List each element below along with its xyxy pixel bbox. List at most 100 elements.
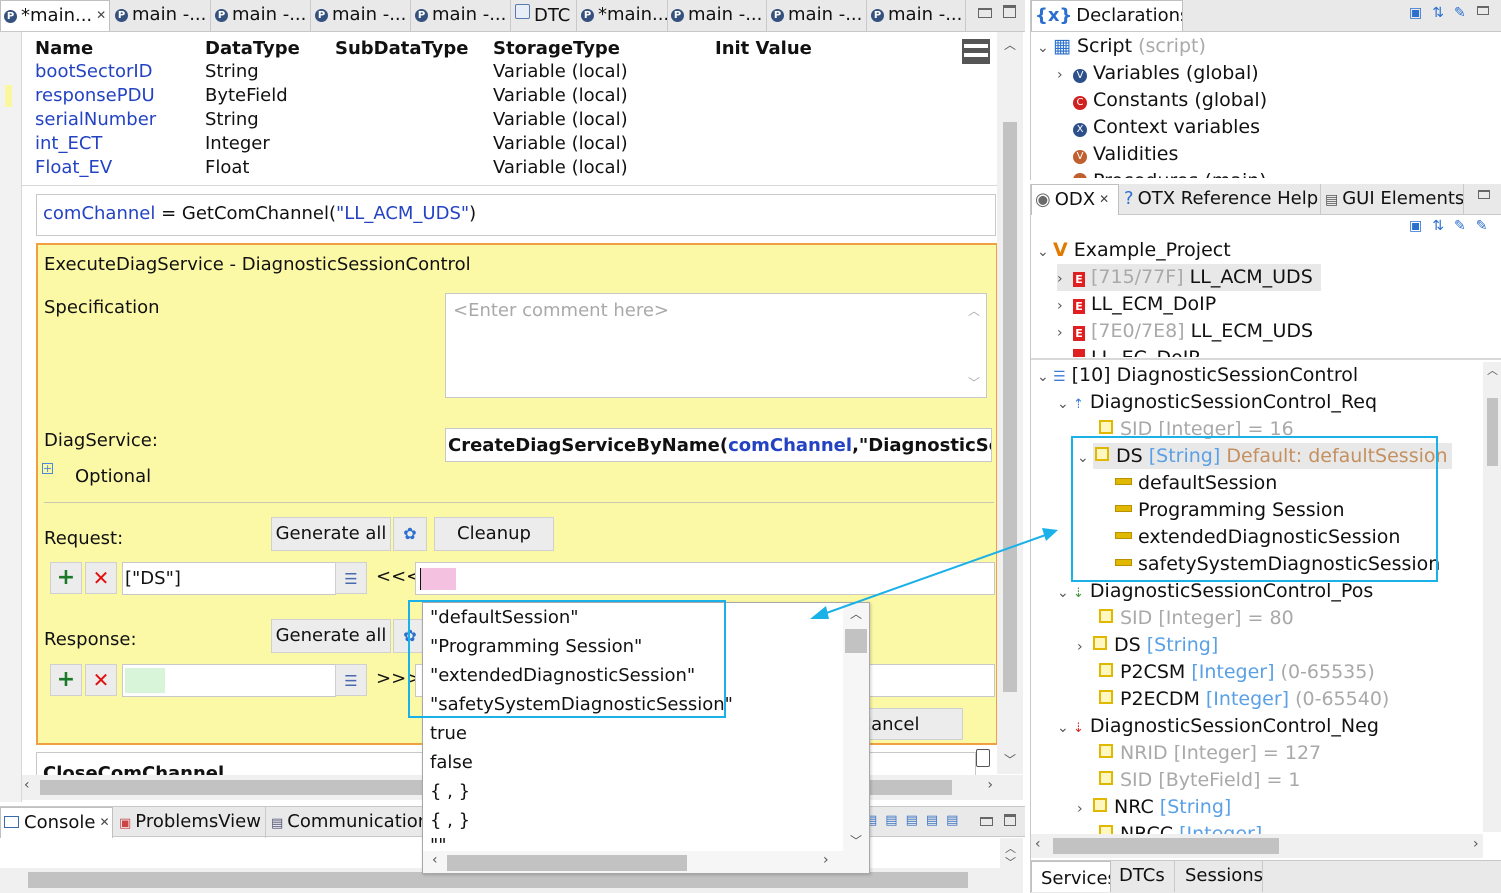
tab-gui-elements[interactable]: ▤ GUI Elements [1322, 184, 1464, 215]
scroll-left-icon[interactable]: ‹ [24, 777, 30, 793]
remove-request-param-button[interactable]: ✕ [85, 562, 117, 594]
tab-sessions[interactable]: Sessions [1177, 861, 1263, 892]
minimize-icon[interactable] [1477, 6, 1489, 15]
column-header-initvalue[interactable]: Init Value [715, 38, 812, 59]
tree-node-ecu[interactable]: › E [7E0/7E8] LL_ECM_UDS [1057, 318, 1313, 345]
odx-horizontal-scrollbar[interactable]: ‹ › [1031, 834, 1483, 858]
editor-tab[interactable]: Pmain -... [868, 0, 966, 31]
popup-item[interactable]: { , } [423, 777, 869, 806]
tree-node-project[interactable]: ⌄ V Example_Project [1037, 237, 1231, 264]
table-row[interactable]: int_ECT Integer Variable (local) [22, 132, 962, 156]
odx-vertical-scrollbar[interactable]: ︿ [1483, 362, 1501, 832]
generate-all-button[interactable]: Generate all [271, 517, 391, 551]
tree-node-param[interactable]: P2CSM [Integer] (0-65535) [1099, 659, 1375, 686]
popup-item[interactable]: false [423, 748, 869, 777]
splitter[interactable] [1031, 358, 1501, 360]
assignment-statement[interactable]: comChannel = GetComChannel("LL_ACM_UDS") [36, 194, 996, 236]
tree-node-param[interactable]: SID [Integer] = 80 [1099, 605, 1294, 632]
collapse-icon[interactable]: › [1057, 293, 1073, 320]
editor-tab[interactable]: Pmain -... [112, 0, 211, 31]
tree-node-context[interactable]: X Context variables [1073, 114, 1260, 141]
editor-tab[interactable]: Pmain -... [668, 0, 767, 31]
table-row[interactable]: serialNumber String Variable (local) [22, 108, 962, 132]
editor-tab[interactable]: P *main... [578, 0, 668, 31]
tree-node-validities[interactable]: V Validities [1073, 141, 1178, 168]
minimize-icon[interactable] [1478, 190, 1490, 199]
request-param-field[interactable]: ["DS"] [122, 562, 336, 595]
declarations-toolbar[interactable]: ▣⇅✎ [1409, 5, 1476, 21]
collapse-icon[interactable]: › [1057, 320, 1073, 347]
tree-node-param[interactable]: › DS [String] [1077, 632, 1218, 659]
tree-node-ecu[interactable]: › E LL_ECM_DoIP [1057, 291, 1216, 318]
tab-declarations[interactable]: {x}Declarations✕ [1031, 0, 1183, 31]
scroll-up-icon[interactable]: ︿ [1487, 362, 1498, 378]
tree-node-request[interactable]: ⌄ ⇡ DiagnosticSessionControl_Req [1057, 389, 1377, 416]
scroll-down-icon[interactable]: ﹀ [968, 374, 980, 391]
generate-settings-button[interactable]: ✿ [393, 517, 427, 551]
tab-communication[interactable]: ▤ Communication [268, 807, 428, 838]
tree-node-constants[interactable]: C Constants (global) [1073, 87, 1267, 114]
scroll-down-icon[interactable]: ﹀ [1005, 854, 1016, 870]
expand-icon[interactable]: ⌄ [1057, 391, 1073, 418]
editor-tab[interactable]: Pmain -... [412, 0, 511, 31]
console-vertical-scrollbar[interactable]: ︿ ﹀ [1000, 838, 1023, 893]
tree-node-param[interactable]: SID [ByteField] = 1 [1099, 767, 1301, 794]
collapse-icon[interactable]: › [1057, 62, 1073, 89]
tree-node-ecu[interactable]: › E [715/77F] LL_ACM_UDS [1057, 264, 1321, 291]
scroll-up-icon[interactable]: ︿ [850, 605, 862, 622]
scroll-down-icon[interactable]: ﹀ [1004, 751, 1016, 768]
add-response-param-button[interactable]: + [50, 664, 82, 696]
request-value-field[interactable] [415, 562, 995, 595]
scroll-right-icon[interactable]: › [1473, 836, 1479, 852]
collapse-icon[interactable]: › [1057, 266, 1073, 293]
tab-dtcs[interactable]: DTCs [1113, 861, 1175, 892]
tree-node-variables[interactable]: › V Variables (global) [1057, 60, 1259, 87]
scroll-down-icon[interactable]: ﹀ [850, 832, 862, 849]
tab-services[interactable]: Services [1031, 861, 1111, 892]
scroll-up-icon[interactable]: ︿ [1004, 36, 1016, 53]
menu-icon[interactable] [962, 39, 992, 67]
scroll-right-icon[interactable]: › [987, 777, 993, 793]
close-icon[interactable]: ✕ [1099, 192, 1109, 206]
odx-toolbar[interactable]: ▣⇅✎✎ [1409, 218, 1497, 234]
expand-optional-icon[interactable]: + [42, 463, 53, 474]
collapse-icon[interactable]: › [1077, 634, 1093, 661]
column-header-datatype[interactable]: DataType [205, 38, 300, 59]
close-icon[interactable]: ✕ [99, 815, 109, 829]
remove-response-param-button[interactable]: ✕ [85, 664, 117, 696]
tree-node-param[interactable]: P2ECDM [Integer] (0-65540) [1099, 686, 1389, 713]
maximize-icon[interactable] [1003, 5, 1016, 18]
minimize-icon[interactable] [978, 8, 992, 18]
scroll-up-icon[interactable]: ︿ [968, 302, 980, 319]
close-icon[interactable]: ✕ [96, 8, 106, 22]
collapse-icon[interactable]: › [1077, 796, 1093, 823]
tree-node-param[interactable]: › NRC [String] [1077, 794, 1231, 821]
tab-otx-reference-help[interactable]: ? OTX Reference Help [1121, 184, 1321, 215]
editor-tab[interactable]: Pmain -... [212, 0, 311, 31]
comment-textarea[interactable]: <Enter comment here> ︿ ﹀ [445, 293, 987, 398]
editor-tab[interactable]: P *main... ✕ [0, 0, 110, 31]
trash-icon[interactable] [976, 749, 990, 767]
column-header-storagetype[interactable]: StorageType [493, 38, 620, 59]
popup-item[interactable]: { , } [423, 806, 869, 835]
popup-horizontal-scrollbar[interactable]: ‹ › [423, 851, 869, 873]
tree-node-script[interactable]: ⌄ ▦ Script (script) [1037, 33, 1206, 60]
popup-vertical-scrollbar[interactable]: ︿ ﹀ [843, 603, 869, 851]
popup-item[interactable]: true [423, 719, 869, 748]
maximize-icon[interactable] [1004, 814, 1016, 826]
expand-icon[interactable]: ⌄ [1037, 35, 1053, 62]
expand-icon[interactable]: ⌄ [1037, 239, 1053, 266]
table-row[interactable]: Float_EV Float Variable (local) [22, 156, 962, 180]
cleanup-button[interactable]: Cleanup [434, 517, 554, 551]
editor-tab[interactable]: Pmain -... [768, 0, 867, 31]
param-menu-button[interactable]: ☰ [335, 562, 367, 594]
scroll-left-icon[interactable]: ‹ [1035, 836, 1041, 852]
expand-icon[interactable]: ⌄ [1057, 715, 1073, 742]
scroll-right-icon[interactable]: › [823, 852, 829, 868]
column-header-subdatatype[interactable]: SubDataType [335, 38, 468, 59]
table-row[interactable]: bootSectorID String Variable (local) [22, 60, 962, 84]
response-param-field[interactable] [122, 664, 336, 697]
tree-node-service[interactable]: ⌄ ☰ [10] DiagnosticSessionControl [1037, 362, 1358, 389]
response-param-menu-button[interactable]: ☰ [335, 664, 367, 696]
editor-tab[interactable]: DTC [512, 0, 577, 31]
